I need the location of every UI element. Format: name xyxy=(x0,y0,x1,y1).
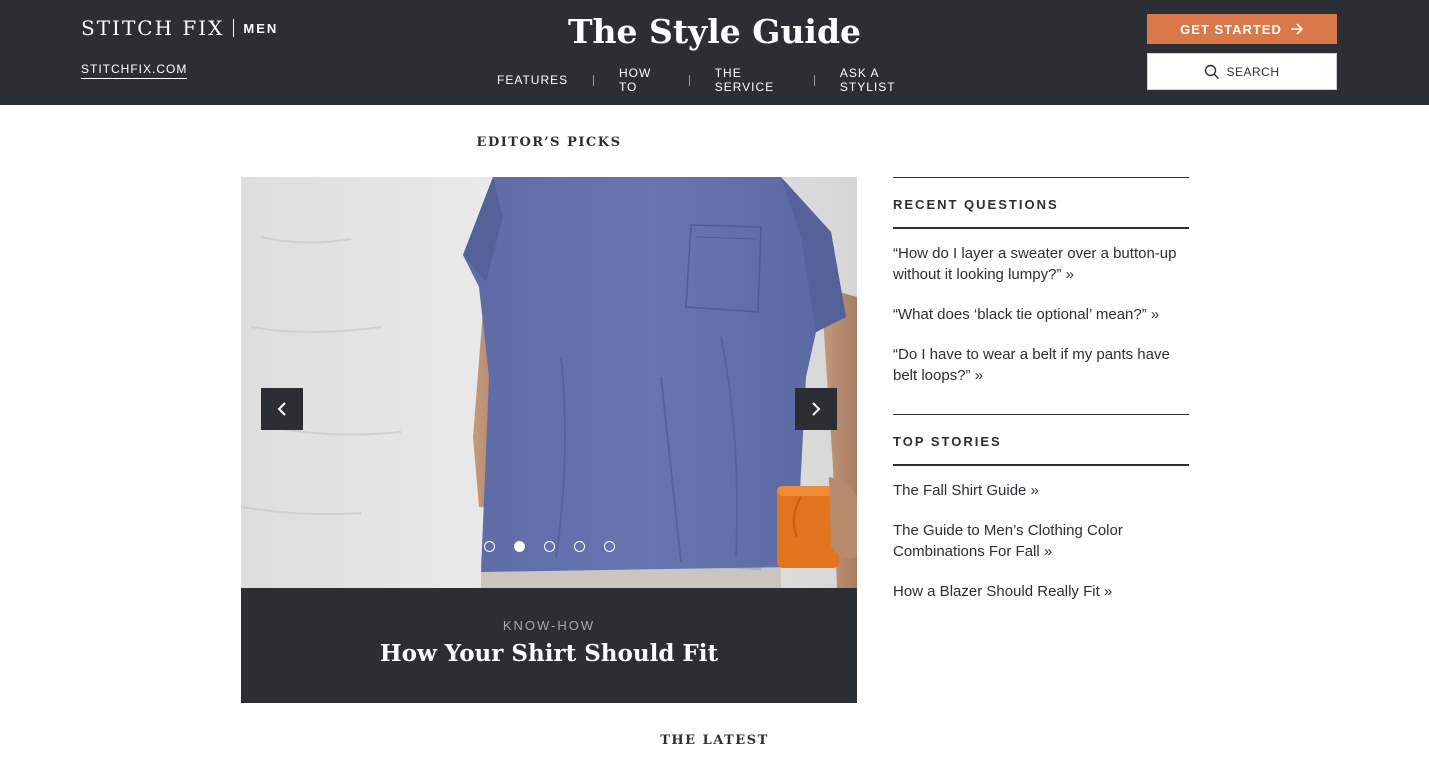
nav-how-to[interactable]: HOW TO xyxy=(594,66,689,94)
top-stories-list: The Fall Shirt Guide » The Guide to Men’… xyxy=(893,466,1189,625)
arrow-right-icon xyxy=(1290,23,1304,35)
search-icon xyxy=(1204,64,1220,80)
the-latest-heading: THE LATEST xyxy=(660,733,769,748)
nav-ask-a-stylist[interactable]: ASK A STYLIST xyxy=(815,66,946,94)
question-link[interactable]: “What does ‘black tie optional’ mean?” » xyxy=(893,306,1159,323)
carousel-dot[interactable] xyxy=(603,541,615,552)
site-header: STITCH FIX MEN STITCHFIX.COM The Style G… xyxy=(0,0,1429,105)
recent-questions-title: RECENT QUESTIONS xyxy=(893,178,1189,229)
recent-questions-section: RECENT QUESTIONS “How do I layer a sweat… xyxy=(893,177,1189,409)
carousel-next-button[interactable] xyxy=(795,388,837,430)
editors-picks-carousel[interactable] xyxy=(241,177,857,588)
carousel-prev-button[interactable] xyxy=(261,388,303,430)
featured-category[interactable]: KNOW-HOW xyxy=(241,618,857,633)
top-stories-section: TOP STORIES The Fall Shirt Guide » The G… xyxy=(893,414,1189,625)
search-label: SEARCH xyxy=(1226,64,1280,79)
story-link[interactable]: How a Blazer Should Really Fit » xyxy=(893,583,1112,600)
question-link[interactable]: “Do I have to wear a belt if my pants ha… xyxy=(893,346,1170,384)
list-item: “How do I layer a sweater over a button-… xyxy=(893,243,1189,285)
list-item: How a Blazer Should Really Fit » xyxy=(893,581,1189,602)
top-stories-title: TOP STORIES xyxy=(893,415,1189,466)
editors-picks-heading: EDITOR’S PICKS xyxy=(476,135,622,150)
chevron-right-icon xyxy=(812,402,821,416)
carousel-dot[interactable] xyxy=(543,541,555,552)
nav-the-service[interactable]: THE SERVICE xyxy=(690,66,814,94)
list-item: The Guide to Men’s Clothing Color Combin… xyxy=(893,520,1189,562)
carousel-dot[interactable] xyxy=(483,541,495,552)
get-started-button[interactable]: GET STARTED xyxy=(1147,14,1337,44)
featured-photo[interactable] xyxy=(241,177,857,588)
get-started-label: GET STARTED xyxy=(1180,21,1282,37)
sidebar: RECENT QUESTIONS “How do I layer a sweat… xyxy=(893,177,1189,625)
carousel-dot[interactable] xyxy=(573,541,585,552)
recent-questions-list: “How do I layer a sweater over a button-… xyxy=(893,229,1189,409)
carousel-dots xyxy=(241,541,857,552)
list-item: “What does ‘black tie optional’ mean?” » xyxy=(893,304,1189,325)
story-link[interactable]: The Fall Shirt Guide » xyxy=(893,482,1039,499)
story-link[interactable]: The Guide to Men’s Clothing Color Combin… xyxy=(893,522,1123,560)
search-button[interactable]: SEARCH xyxy=(1147,53,1337,90)
main-nav: FEATURES HOW TO THE SERVICE ASK A STYLIS… xyxy=(472,66,946,94)
featured-title[interactable]: How Your Shirt Should Fit xyxy=(241,640,857,667)
question-link[interactable]: “How do I layer a sweater over a button-… xyxy=(893,245,1176,283)
stitchfix-link[interactable]: STITCHFIX.COM xyxy=(81,62,188,79)
chevron-left-icon xyxy=(277,402,286,416)
featured-caption[interactable]: KNOW-HOW How Your Shirt Should Fit xyxy=(241,588,857,703)
list-item: The Fall Shirt Guide » xyxy=(893,480,1189,501)
carousel-dot-active[interactable] xyxy=(513,541,525,552)
list-item: “Do I have to wear a belt if my pants ha… xyxy=(893,344,1189,386)
nav-features[interactable]: FEATURES xyxy=(472,73,593,87)
